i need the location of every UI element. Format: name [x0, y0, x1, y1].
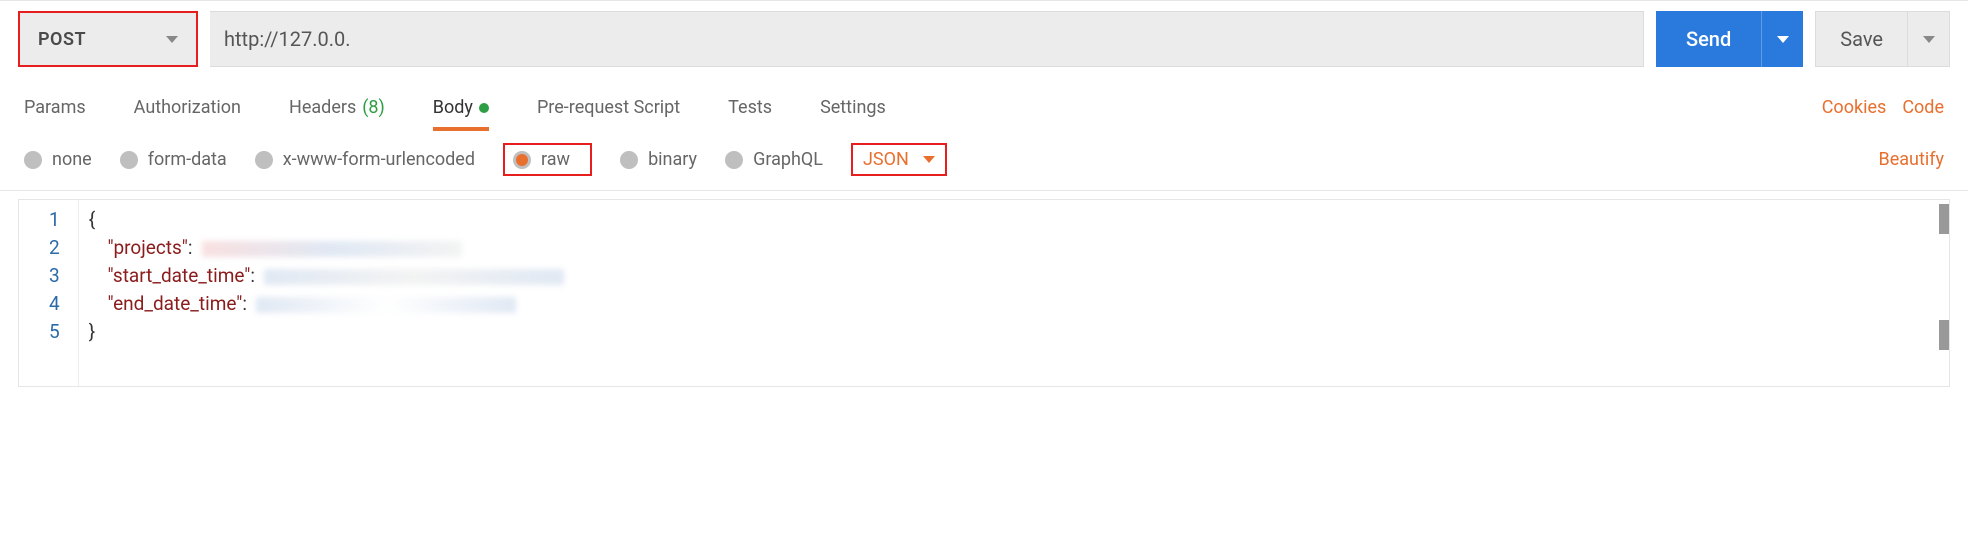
- tab-right-links: Cookies Code: [1822, 97, 1944, 118]
- code-link[interactable]: Code: [1902, 97, 1944, 118]
- brace: }: [89, 320, 95, 343]
- radio-icon: [620, 151, 638, 169]
- tab-authorization[interactable]: Authorization: [134, 87, 241, 128]
- radio-label: x-www-form-urlencoded: [283, 149, 475, 170]
- http-method-label: POST: [38, 29, 86, 50]
- save-button-group: Save: [1815, 11, 1950, 67]
- send-button[interactable]: Send: [1656, 11, 1761, 67]
- tab-label: Params: [24, 97, 86, 118]
- line-number: 5: [49, 318, 60, 346]
- scrollbar-thumb[interactable]: [1939, 320, 1949, 350]
- tab-params[interactable]: Params: [24, 87, 86, 128]
- radio-label: none: [52, 149, 92, 170]
- tab-label: Tests: [728, 97, 772, 118]
- tab-prerequest[interactable]: Pre-request Script: [537, 87, 680, 128]
- radio-icon: [725, 151, 743, 169]
- tab-label: Authorization: [134, 97, 241, 118]
- send-button-group: Send: [1656, 11, 1803, 67]
- body-binary-radio[interactable]: binary: [620, 149, 697, 170]
- tab-body[interactable]: Body: [433, 87, 489, 128]
- body-none-radio[interactable]: none: [24, 149, 92, 170]
- radio-label: form-data: [148, 149, 227, 170]
- chevron-down-icon: [166, 36, 178, 43]
- unsaved-indicator-icon: [479, 103, 489, 113]
- radio-icon: [24, 151, 42, 169]
- redacted-value: [264, 269, 564, 285]
- json-key: "start_date_time": [108, 264, 251, 287]
- radio-icon: [513, 151, 531, 169]
- line-number: 3: [49, 262, 60, 290]
- body-editor[interactable]: 1 2 3 4 5 { "projects": "start_date_time…: [18, 199, 1950, 387]
- url-input[interactable]: [210, 11, 1644, 67]
- tab-label: Settings: [820, 97, 886, 118]
- json-key: "projects": [108, 236, 188, 259]
- tab-label: Headers: [289, 97, 356, 118]
- body-format-select[interactable]: JSON: [851, 143, 947, 176]
- tab-tests[interactable]: Tests: [728, 87, 772, 128]
- save-button[interactable]: Save: [1815, 11, 1908, 67]
- line-gutter: 1 2 3 4 5: [19, 200, 79, 386]
- line-number: 4: [49, 290, 60, 318]
- body-type-options: none form-data x-www-form-urlencoded raw…: [0, 129, 1968, 191]
- body-graphql-radio[interactable]: GraphQL: [725, 149, 823, 170]
- format-label: JSON: [863, 149, 909, 170]
- code-area[interactable]: { "projects": "start_date_time": "end_da…: [79, 200, 1949, 386]
- line-number: 1: [49, 206, 60, 234]
- body-raw-radio[interactable]: raw: [503, 143, 592, 176]
- radio-label: binary: [648, 149, 697, 170]
- chevron-down-icon: [923, 156, 935, 163]
- request-tabs: Params Authorization Headers (8) Body Pr…: [0, 77, 1968, 129]
- save-dropdown-button[interactable]: [1908, 11, 1950, 67]
- headers-count: (8): [362, 97, 385, 118]
- line-number: 2: [49, 234, 60, 262]
- cookies-link[interactable]: Cookies: [1822, 97, 1887, 118]
- tab-label: Body: [433, 97, 473, 118]
- radio-label: raw: [541, 149, 570, 170]
- tab-label: Pre-request Script: [537, 97, 680, 118]
- scrollbar-thumb[interactable]: [1939, 204, 1949, 234]
- redacted-value: [256, 297, 516, 313]
- chevron-down-icon: [1777, 36, 1789, 43]
- radio-label: GraphQL: [753, 149, 823, 170]
- tab-settings[interactable]: Settings: [820, 87, 886, 128]
- tab-headers[interactable]: Headers (8): [289, 87, 385, 128]
- json-key: "end_date_time": [108, 292, 243, 315]
- brace: {: [89, 208, 95, 231]
- send-dropdown-button[interactable]: [1761, 11, 1803, 67]
- body-urlencoded-radio[interactable]: x-www-form-urlencoded: [255, 149, 475, 170]
- http-method-select[interactable]: POST: [18, 11, 198, 67]
- radio-icon: [120, 151, 138, 169]
- radio-icon: [255, 151, 273, 169]
- chevron-down-icon: [1923, 36, 1935, 43]
- request-bar: POST Send Save: [0, 0, 1968, 77]
- beautify-link[interactable]: Beautify: [1878, 149, 1944, 170]
- redacted-value: [202, 241, 462, 257]
- body-formdata-radio[interactable]: form-data: [120, 149, 227, 170]
